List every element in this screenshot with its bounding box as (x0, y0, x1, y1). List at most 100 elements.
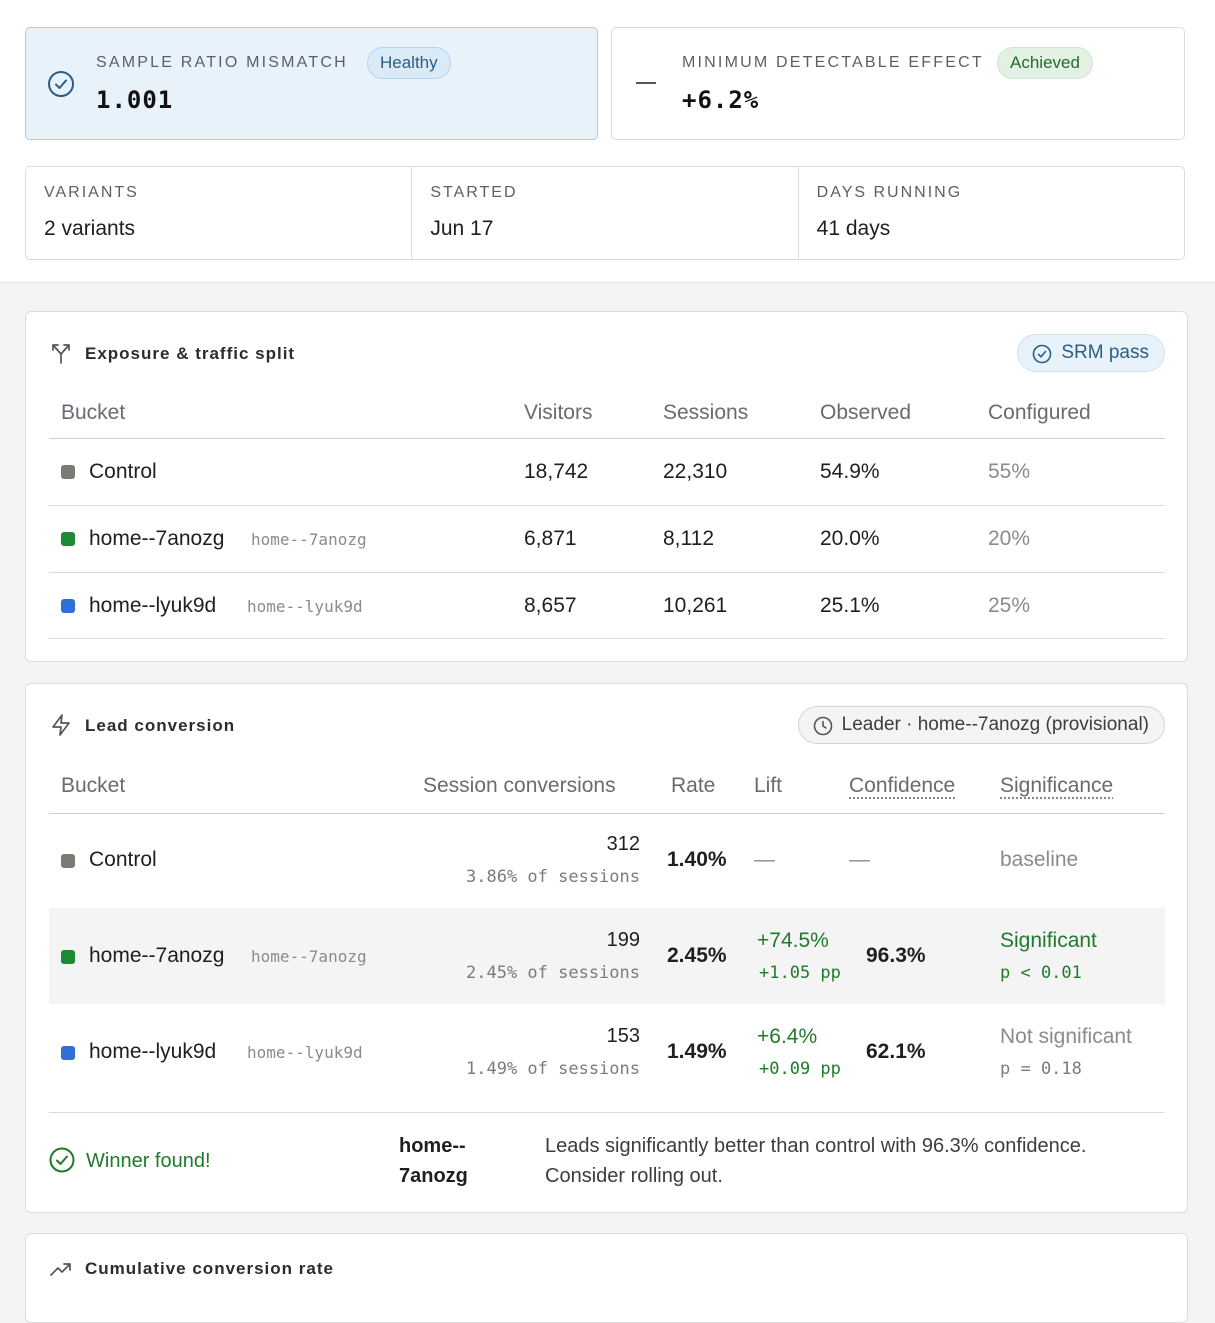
bucket-name: home--lyuk9d (89, 1040, 216, 1064)
sessions-value: 22,310 (663, 460, 727, 484)
bucket-alias: home--7anozg (251, 947, 367, 966)
cumulative-card: Cumulative conversion rate (25, 1233, 1188, 1323)
lift-pp: +0.09 pp (759, 1059, 841, 1079)
column-header[interactable]: Bucket (61, 774, 125, 798)
p-value: p < 0.01 (1000, 963, 1082, 983)
srm-status-badge: Healthy (367, 47, 451, 79)
visitors-value: 18,742 (524, 460, 588, 484)
winner-message-line2: Consider rolling out. (545, 1165, 723, 1188)
divider (49, 638, 1165, 639)
meta-started: STARTED Jun 17 (412, 167, 798, 259)
bucket-name: home--lyuk9d (89, 594, 216, 618)
meta-value: Jun 17 (430, 217, 797, 241)
visitors-value: 6,871 (524, 527, 577, 551)
conversions-share: 2.45% of sessions (466, 963, 640, 983)
significance-value: Significant (1000, 929, 1097, 953)
winner-bucket-line1: home-- (399, 1135, 466, 1158)
conversions-value: 312 (607, 833, 640, 856)
lead-conversion-card: Lead conversion Leader · home--7anozg (p… (25, 683, 1188, 1213)
rate-value: 1.49% (667, 1040, 727, 1064)
mde-card: MINIMUM DETECTABLE EFFECT Achieved +6.2% (611, 27, 1185, 140)
column-header-significance[interactable]: Significance (1000, 774, 1113, 798)
conversions-value: 199 (607, 929, 640, 952)
variant-swatch (61, 950, 75, 964)
divider (49, 438, 1165, 439)
trend-up-icon (49, 1258, 73, 1282)
column-header[interactable]: Lift (754, 774, 782, 798)
split-arrows-icon (49, 341, 73, 365)
srm-pass-label: SRM pass (1061, 342, 1149, 363)
variant-swatch (61, 532, 75, 546)
bucket-alias: home--lyuk9d (247, 1043, 363, 1062)
meta-label: DAYS RUNNING (817, 184, 1184, 202)
divider (49, 1112, 1165, 1113)
p-value: p = 0.18 (1000, 1059, 1082, 1079)
variant-swatch (61, 1046, 75, 1060)
lift-value: +6.4% (757, 1025, 817, 1049)
winner-label: Winner found! (86, 1150, 211, 1173)
bucket-name: home--7anozg (89, 527, 224, 551)
check-circle-icon (1032, 344, 1052, 364)
check-circle-icon (47, 70, 75, 98)
mde-status-badge: Achieved (997, 47, 1093, 79)
conversions-value: 153 (607, 1025, 640, 1048)
winner-message-line1: Leads significantly better than control … (545, 1135, 1086, 1158)
meta-variants: VARIANTS 2 variants (26, 167, 412, 259)
srm-card: SAMPLE RATIO MISMATCH Healthy 1.001 (25, 27, 598, 140)
confidence-value: — (849, 848, 870, 872)
column-header[interactable]: Configured (988, 401, 1091, 425)
column-header[interactable]: Observed (820, 401, 911, 425)
exposure-card: Exposure & traffic split SRM pass Bucket… (25, 311, 1188, 662)
meta-days-running: DAYS RUNNING 41 days (799, 167, 1184, 259)
observed-value: 25.1% (820, 594, 880, 618)
check-circle-icon (49, 1147, 75, 1173)
column-header-confidence[interactable]: Confidence (849, 774, 955, 798)
variant-swatch (61, 599, 75, 613)
column-header[interactable]: Session conversions (423, 774, 616, 798)
conversions-share: 3.86% of sessions (466, 867, 640, 887)
meta-value: 2 variants (44, 217, 411, 241)
bucket-alias: home--7anozg (251, 530, 367, 549)
mde-value: +6.2% (682, 86, 759, 114)
srm-label: SAMPLE RATIO MISMATCH (96, 54, 348, 72)
rate-value: 2.45% (667, 944, 727, 968)
dash-icon (636, 82, 656, 84)
clock-icon (813, 716, 833, 736)
lift-value: +74.5% (757, 929, 829, 953)
observed-value: 20.0% (820, 527, 880, 551)
confidence-value: 62.1% (866, 1040, 926, 1064)
card-title: Cumulative conversion rate (85, 1259, 334, 1279)
lift-pp: +1.05 pp (759, 963, 841, 983)
sessions-value: 10,261 (663, 594, 727, 618)
confidence-value: 96.3% (866, 944, 926, 968)
column-header[interactable]: Rate (671, 774, 715, 798)
column-header[interactable]: Bucket (61, 401, 125, 425)
card-title: Lead conversion (85, 716, 235, 736)
srm-pass-badge: SRM pass (1017, 334, 1165, 372)
sessions-value: 8,112 (663, 527, 714, 551)
bucket-alias: home--lyuk9d (247, 597, 363, 616)
control-swatch (61, 465, 75, 479)
rate-value: 1.40% (667, 848, 727, 872)
card-title: Exposure & traffic split (85, 344, 295, 364)
column-header[interactable]: Sessions (663, 401, 748, 425)
mde-label: MINIMUM DETECTABLE EFFECT (682, 54, 984, 72)
lift-value: — (754, 848, 775, 872)
summary-header: SAMPLE RATIO MISMATCH Healthy 1.001 MINI… (0, 0, 1215, 283)
meta-value: 41 days (817, 217, 1184, 241)
visitors-value: 8,657 (524, 594, 577, 618)
leader-badge: Leader · home--7anozg (provisional) (798, 706, 1165, 744)
column-header[interactable]: Visitors (524, 401, 592, 425)
bucket-name: Control (89, 460, 157, 484)
divider (49, 813, 1165, 814)
configured-value: 25% (988, 594, 1030, 618)
configured-value: 20% (988, 527, 1030, 551)
leader-label: Leader · home--7anozg (provisional) (842, 714, 1149, 735)
srm-value: 1.001 (96, 86, 173, 114)
configured-value: 55% (988, 460, 1030, 484)
conversions-share: 1.49% of sessions (466, 1059, 640, 1079)
observed-value: 54.9% (820, 460, 880, 484)
meta-label: VARIANTS (44, 184, 411, 202)
experiment-meta: VARIANTS 2 variants STARTED Jun 17 DAYS … (25, 166, 1185, 260)
divider (49, 505, 1165, 506)
